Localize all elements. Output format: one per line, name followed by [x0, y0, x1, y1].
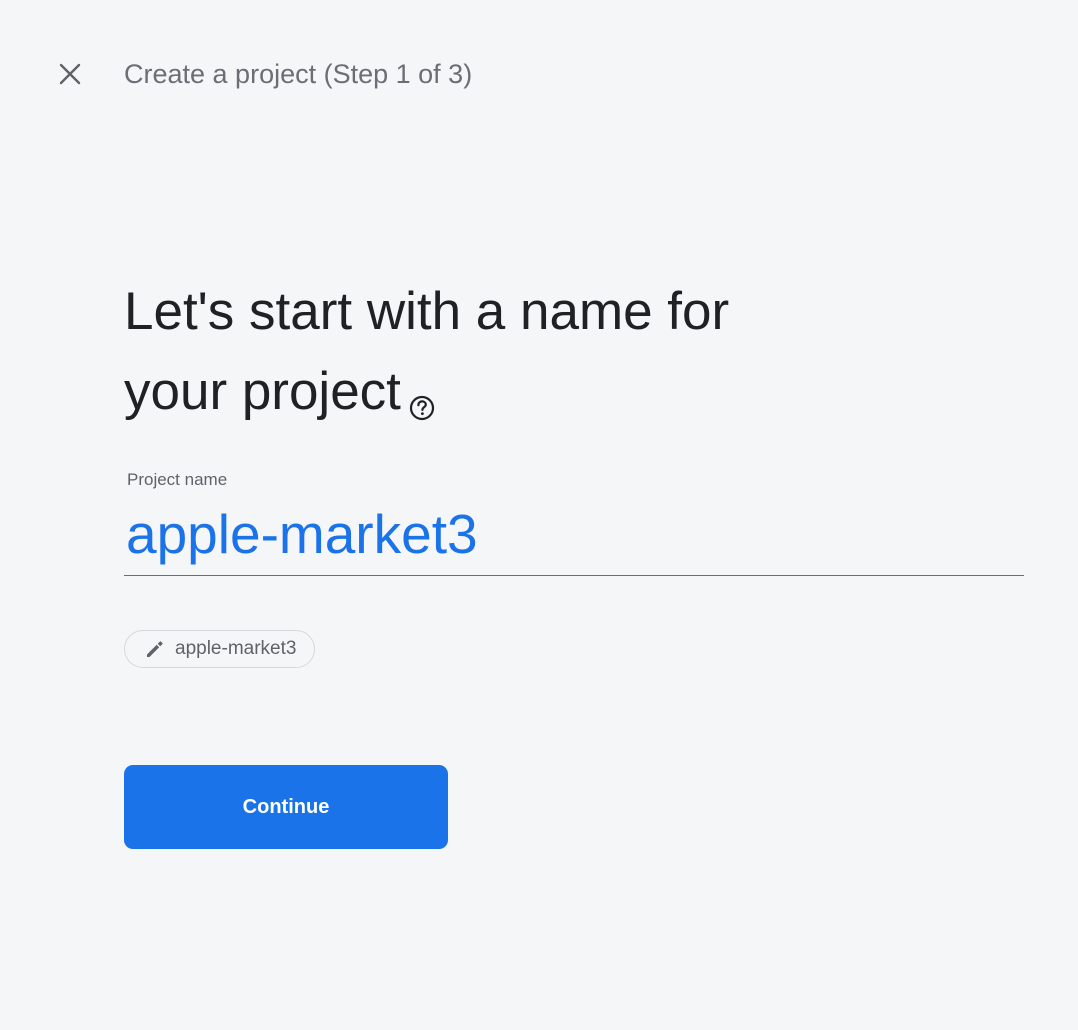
- close-icon: [59, 63, 81, 85]
- project-id-chip[interactable]: apple-market3: [124, 630, 316, 668]
- project-name-label: Project name: [127, 470, 228, 489]
- pencil-icon: [147, 641, 163, 657]
- project-id-label: apple-market3: [175, 638, 297, 659]
- heading-line-1: Let's start with a name for: [124, 282, 730, 341]
- close-button[interactable]: [54, 58, 86, 90]
- continue-button[interactable]: Continue: [124, 765, 448, 849]
- help-circle-icon[interactable]: [409, 364, 435, 421]
- page-title: Create a project (Step 1 of 3): [124, 59, 473, 89]
- heading-line-2: your project: [124, 362, 401, 421]
- main-heading: Let's start with a name for your project: [124, 272, 924, 432]
- project-name-input[interactable]: [124, 500, 1024, 576]
